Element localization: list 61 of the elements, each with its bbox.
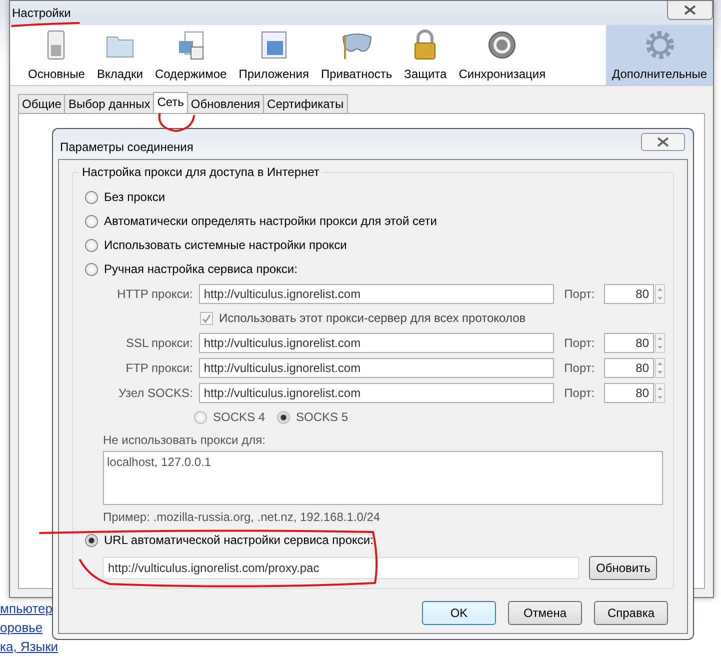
close-icon <box>657 137 669 147</box>
toolbar-button[interactable]: Приватность <box>314 25 398 85</box>
port-field[interactable]: 80 <box>604 284 654 304</box>
radio-button[interactable] <box>85 534 98 546</box>
checkbox-label: Использовать этот прокси-сервер для всех протоколов <box>219 311 526 325</box>
spinner-icon <box>655 358 665 378</box>
toolbar-button[interactable]: Приложения <box>232 25 315 85</box>
underline-mark <box>11 22 80 27</box>
field-label: Порт: <box>564 386 596 400</box>
spinner-icon <box>655 284 665 304</box>
close-button[interactable] <box>667 0 713 20</box>
field-label: Порт: <box>564 336 596 350</box>
port-field[interactable]: 80 <box>604 332 654 352</box>
radio-button[interactable] <box>85 214 98 228</box>
tab[interactable]: Обновления <box>186 94 264 113</box>
url-field[interactable]: http://vulticulus.ignorelist.com <box>198 284 554 304</box>
page-link[interactable]: ка, Языки <box>0 639 58 655</box>
tab[interactable]: Общие <box>18 94 66 113</box>
toolbar-button[interactable]: Содержимое <box>148 25 233 85</box>
field-label: SSL прокси: <box>124 336 193 350</box>
url-field[interactable]: http://vulticulus.ignorelist.com <box>198 382 554 402</box>
close-button[interactable] <box>641 133 685 151</box>
tab[interactable]: Сертификаты <box>263 94 348 113</box>
field-label: Порт: <box>564 286 596 300</box>
exceptions-field[interactable]: localhost, 127.0.0.1 <box>103 451 663 505</box>
radio-button[interactable] <box>85 262 98 276</box>
port-field[interactable]: 80 <box>604 358 654 378</box>
toolbar-button[interactable]: Дополнительные <box>606 25 713 85</box>
toolbar-button[interactable]: Вкладки <box>90 25 149 85</box>
dialog-button[interactable]: OK <box>422 601 496 625</box>
spinner-icon <box>655 332 665 352</box>
toolbar-button[interactable]: Защита <box>398 25 453 85</box>
field-label: HTTP прокси: <box>116 286 193 300</box>
field-label: FTP прокси: <box>124 360 193 374</box>
dialog-button[interactable]: Справка <box>594 601 668 625</box>
hint-text: Пример: .mozilla-russia.org, .net.nz, 192.168.1.0/24 <box>103 510 382 524</box>
tab[interactable]: Сеть <box>153 92 188 113</box>
radio-button[interactable] <box>85 190 98 204</box>
url-field[interactable]: http://vulticulus.ignorelist.com <box>198 332 554 352</box>
url-field[interactable]: http://vulticulus.ignorelist.com <box>198 358 554 378</box>
checkbox[interactable] <box>200 312 213 324</box>
close-icon <box>684 4 696 14</box>
url-field[interactable]: http://vulticulus.ignorelist.com/proxy.pac <box>103 557 579 579</box>
toolbar-button[interactable]: Синхронизация <box>452 25 552 85</box>
tab[interactable]: Выбор данных <box>64 94 154 113</box>
field-label: Не использовать прокси для: <box>103 433 266 447</box>
group-title: Настройка прокси для доступа в Интернет <box>79 165 322 179</box>
settings-icon <box>644 29 676 61</box>
dialog-button[interactable]: Отмена <box>508 601 582 625</box>
port-field[interactable]: 80 <box>604 382 654 402</box>
radio-button[interactable] <box>277 410 290 424</box>
radio-button[interactable] <box>194 410 207 424</box>
toolbar-button[interactable]: Основные <box>22 25 91 85</box>
reload-button[interactable]: Обновить <box>589 556 658 580</box>
dialog-title: Параметры соединения <box>60 140 194 154</box>
field-label: Узел SOCKS: <box>118 386 193 400</box>
window-title: Настройки <box>11 6 71 20</box>
field-label: Порт: <box>564 360 596 374</box>
spinner-icon <box>655 382 665 402</box>
radio-button[interactable] <box>85 238 98 252</box>
circle-mark <box>158 111 195 132</box>
